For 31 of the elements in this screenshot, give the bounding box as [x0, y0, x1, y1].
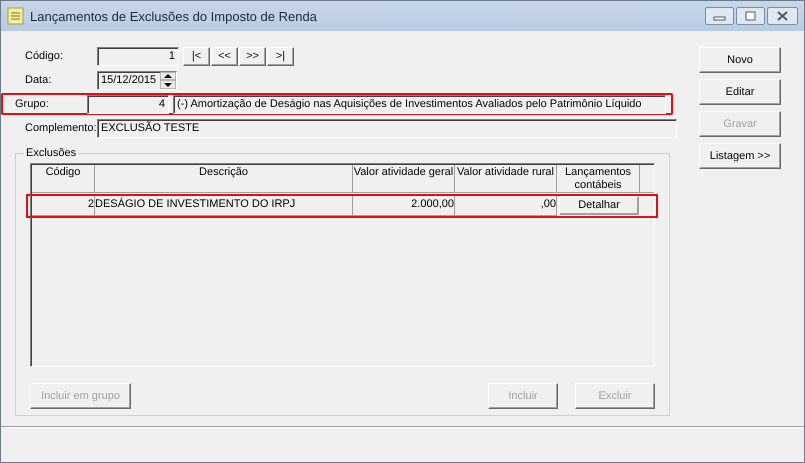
group-title: Exclusões	[25, 147, 78, 159]
detail-button[interactable]: Detalhar	[559, 196, 639, 215]
column-header[interactable]: Lançamentos contábeis	[557, 165, 640, 192]
complemento-label: Complemento:	[25, 122, 97, 134]
nav-button[interactable]: >|	[267, 46, 294, 66]
app-icon	[7, 7, 24, 25]
table-cell: DESÁGIO DE INVESTIMENTO DO IRPJ	[95, 196, 353, 216]
complemento-field[interactable]: EXCLUSÃO TESTE	[97, 118, 677, 138]
column-header[interactable]: Código	[32, 165, 95, 192]
column-header[interactable]: Valor atividade geral	[353, 165, 455, 192]
side-button[interactable]: Listagem >>	[699, 143, 781, 169]
table-cell: 2	[32, 196, 95, 216]
codigo-field[interactable]: 1	[97, 46, 179, 66]
grupo-label: Grupo:	[15, 98, 50, 110]
column-header[interactable]: Descrição	[95, 165, 353, 192]
grupo-description-field[interactable]: (-) Amortização de Deságio nas Aquisições de Investimentos Avaliados pelo Patrimônio Líquido	[173, 94, 666, 114]
window-title: Lançamentos de Exclusões do Imposto de Renda	[30, 8, 318, 24]
minimize-icon[interactable]	[705, 7, 734, 25]
maximize-icon[interactable]	[736, 7, 765, 25]
nav-button[interactable]: |<	[183, 46, 210, 66]
data-label: Data:	[25, 74, 52, 86]
table-cell: 2.000,00	[353, 196, 455, 216]
side-button[interactable]: Novo	[699, 47, 781, 73]
codigo-label: Código:	[25, 50, 64, 62]
table-cell: ,00	[455, 196, 557, 216]
column-header[interactable]: Valor atividade rural	[455, 165, 557, 192]
side-button[interactable]: Editar	[699, 79, 781, 105]
nav-button[interactable]: >>	[239, 46, 266, 66]
grupo-code-field[interactable]: 4	[87, 94, 169, 114]
close-icon[interactable]	[767, 7, 798, 25]
nav-button[interactable]: <<	[211, 46, 238, 66]
